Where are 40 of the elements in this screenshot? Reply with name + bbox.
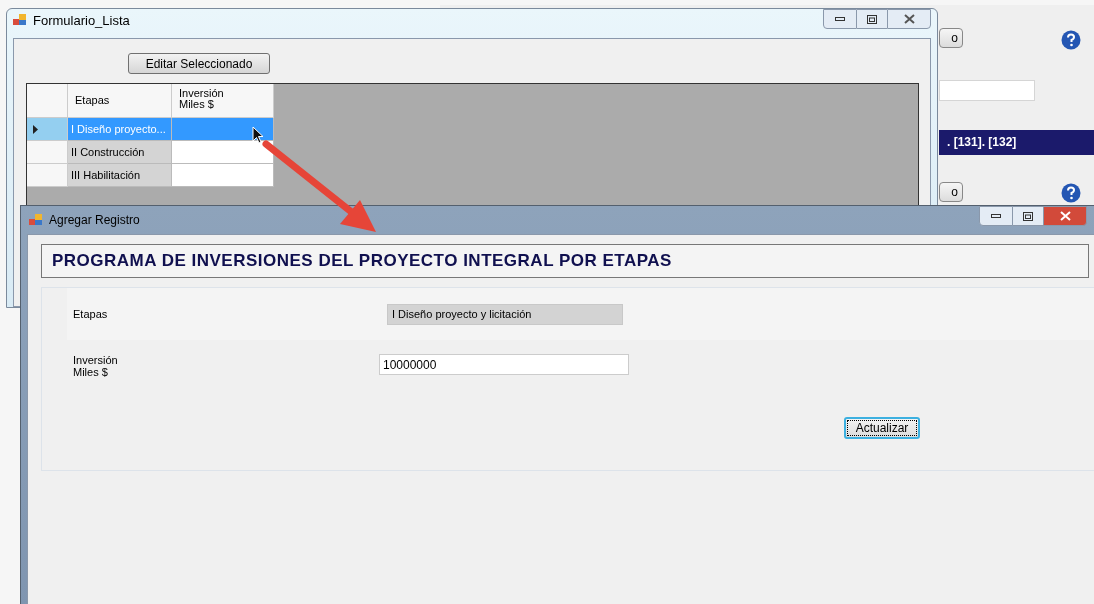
app-icon bbox=[13, 14, 27, 26]
table-cell[interactable]: II Construcción bbox=[68, 141, 172, 164]
close-button[interactable] bbox=[1043, 206, 1087, 226]
table-cell[interactable]: III Habilitación bbox=[68, 164, 172, 187]
close-icon bbox=[1059, 211, 1071, 221]
row-header-corner bbox=[27, 84, 68, 118]
row-header[interactable] bbox=[27, 118, 68, 141]
window-title: Formulario_Lista bbox=[33, 14, 130, 28]
maximize-icon bbox=[1023, 211, 1033, 221]
help-icon[interactable] bbox=[1061, 183, 1081, 203]
minimize-button[interactable] bbox=[979, 206, 1013, 226]
minimize-button[interactable] bbox=[823, 9, 857, 29]
table-cell[interactable] bbox=[172, 141, 274, 164]
window-title: Agregar Registro bbox=[49, 214, 140, 227]
row-pointer-icon bbox=[33, 124, 38, 134]
investment-input[interactable]: 10000000 bbox=[379, 354, 629, 375]
help-icon[interactable] bbox=[1061, 30, 1081, 50]
close-button[interactable] bbox=[887, 9, 931, 29]
maximize-button[interactable] bbox=[1013, 206, 1043, 226]
column-header[interactable]: Etapas bbox=[68, 84, 172, 118]
close-icon bbox=[903, 14, 915, 24]
cursor-icon bbox=[252, 126, 264, 144]
table-cell[interactable] bbox=[172, 164, 274, 187]
background-button[interactable]: o bbox=[939, 182, 963, 202]
stage-value-field: I Diseño proyecto y licitación bbox=[387, 303, 623, 325]
form-heading: PROGRAMA DE INVERSIONES DEL PROYECTO INTEGRAL POR ETAPAS bbox=[52, 250, 672, 273]
app-icon bbox=[29, 214, 43, 226]
field-label: Etapas bbox=[72, 308, 109, 320]
maximize-button[interactable] bbox=[857, 9, 887, 29]
maximize-icon bbox=[867, 14, 877, 24]
column-header[interactable]: Inversión Miles $ bbox=[172, 84, 274, 118]
minimize-icon bbox=[835, 17, 845, 21]
background-button[interactable]: o bbox=[939, 28, 963, 48]
background-field[interactable] bbox=[939, 80, 1035, 101]
table-cell[interactable] bbox=[172, 118, 274, 141]
update-button[interactable]: Actualizar bbox=[844, 417, 920, 439]
background-banner: . [131]. [132] bbox=[939, 130, 1094, 155]
minimize-icon bbox=[991, 214, 1001, 218]
field-label: Inversión Miles $ bbox=[73, 354, 119, 378]
edit-selected-button[interactable]: Editar Seleccionado bbox=[128, 53, 270, 74]
